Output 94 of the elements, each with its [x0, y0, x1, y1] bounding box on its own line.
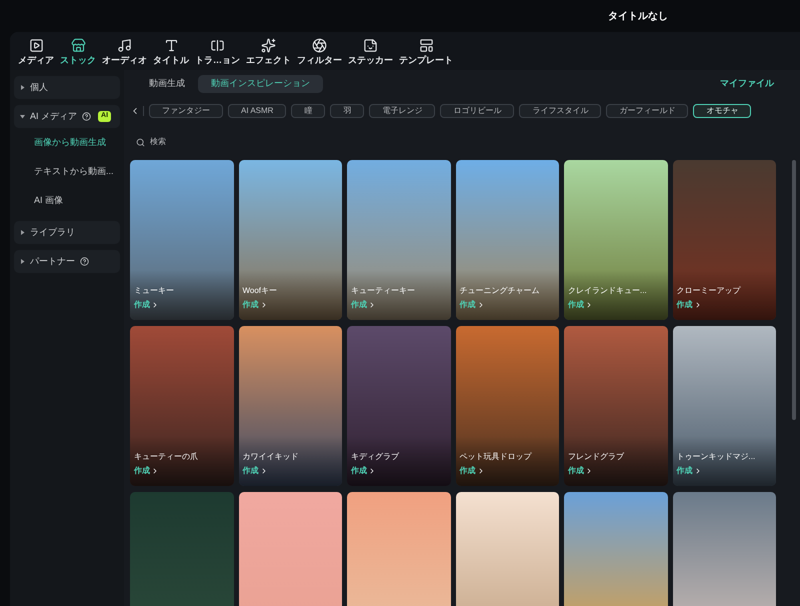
card-title: クレイランドキュー...: [568, 285, 648, 297]
chevron-right-icon: [151, 467, 159, 475]
chevron-right-icon: [585, 467, 593, 475]
category-chip[interactable]: 瞳: [291, 104, 326, 118]
caret-down-icon: [20, 114, 25, 119]
store-icon: [70, 38, 86, 52]
content-tab[interactable]: 動画インスピレーション: [198, 75, 323, 93]
sidebar-section[interactable]: ライブラリ: [14, 221, 120, 244]
chevron-right-icon: [368, 301, 376, 309]
template-card[interactable]: クローミーアップ 作成: [672, 160, 776, 320]
category-chip[interactable]: 電子レンジ: [369, 104, 436, 118]
create-link[interactable]: 作成: [134, 299, 159, 311]
category-chip[interactable]: ライフスタイル: [519, 104, 602, 118]
card-title: ミューキー: [134, 285, 175, 297]
toolbar-tab[interactable]: タイトル: [151, 38, 191, 67]
create-link[interactable]: 作成: [134, 465, 159, 477]
chevron-right-icon: [151, 301, 159, 309]
card-title: クローミーアップ: [676, 285, 742, 297]
category-chip[interactable]: ロゴリビール: [440, 104, 514, 118]
create-link[interactable]: 作成: [676, 465, 702, 477]
split-square-icon: [210, 38, 225, 52]
sticker-icon: [363, 38, 378, 52]
toolbar-tab[interactable]: フィルター: [295, 38, 344, 67]
template-card[interactable]: キディグラブ 作成: [347, 326, 450, 486]
template-card[interactable]: トゥーンキッドマジ... 作成: [672, 326, 776, 486]
card-title: キューティーの爪: [134, 451, 199, 463]
card-title: フレンドグラブ: [568, 451, 625, 463]
search-field[interactable]: 検索: [150, 136, 270, 148]
template-card[interactable]: カワイイキッド 作成: [238, 326, 342, 486]
sidebar-item[interactable]: テキストから動画...: [14, 157, 120, 186]
create-link[interactable]: 作成: [568, 465, 593, 477]
category-chip[interactable]: ファンタジー: [149, 104, 223, 118]
template-card[interactable]: ペット玩具ドロップ 作成: [456, 326, 559, 486]
template-card[interactable]: キューティーキー 作成: [347, 160, 450, 320]
caret-right-icon: [20, 230, 25, 235]
caret-right-icon: [20, 85, 25, 90]
sidebar-item[interactable]: 画像から動画生成: [14, 128, 120, 157]
search-icon: [136, 138, 145, 146]
template-card[interactable]: [456, 492, 559, 606]
card-title: キューティーキー: [351, 285, 416, 297]
help-icon: [82, 112, 92, 121]
create-link[interactable]: 作成: [568, 299, 593, 311]
create-link[interactable]: 作成: [676, 299, 702, 311]
aperture-icon: [312, 38, 327, 52]
create-link[interactable]: 作成: [242, 465, 268, 477]
toolbar-tab[interactable]: メディア: [16, 38, 56, 67]
template-card[interactable]: クレイランドキュー... 作成: [564, 160, 668, 320]
toolbar-tab[interactable]: テンプレート: [397, 38, 455, 67]
toolbar-tab[interactable]: ステッカー: [346, 38, 395, 67]
text-icon: [164, 38, 178, 52]
template-card[interactable]: [347, 492, 450, 606]
category-chip[interactable]: 羽: [330, 104, 364, 118]
template-card[interactable]: [672, 492, 776, 606]
create-link[interactable]: 作成: [351, 299, 376, 311]
card-title: チューニングチャーム: [460, 285, 540, 297]
chevron-right-icon: [368, 467, 376, 475]
template-card[interactable]: キューティーの爪 作成: [130, 326, 234, 486]
template-card[interactable]: Woofキー 作成: [238, 160, 342, 320]
scrollbar[interactable]: [792, 160, 796, 420]
sparkle-icon: [261, 38, 276, 52]
create-link[interactable]: 作成: [460, 465, 484, 477]
toolbar-tab[interactable]: オーディオ: [100, 38, 149, 67]
card-title: キディグラブ: [351, 451, 400, 463]
toolbar-tab[interactable]: ストック: [58, 38, 98, 67]
layout-icon: [418, 38, 434, 52]
category-chip[interactable]: オモチャ: [693, 104, 752, 118]
help-icon: [80, 257, 89, 266]
template-card[interactable]: フレンドグラブ 作成: [564, 326, 668, 486]
template-card[interactable]: ミューキー 作成: [130, 160, 234, 320]
template-card[interactable]: [238, 492, 342, 606]
create-link[interactable]: 作成: [351, 465, 376, 477]
card-title: Woofキー: [242, 285, 278, 297]
create-link[interactable]: 作成: [460, 299, 484, 311]
my-files-link[interactable]: マイファイル: [720, 77, 774, 91]
template-card[interactable]: [130, 492, 234, 606]
template-card[interactable]: [564, 492, 668, 606]
caret-right-icon: [20, 259, 25, 264]
toolbar-tab[interactable]: エフェクト: [244, 38, 293, 67]
card-title: カワイイキッド: [242, 451, 300, 463]
play-square-icon: [28, 38, 44, 52]
create-link[interactable]: 作成: [242, 299, 268, 311]
music-note-icon: [117, 38, 132, 52]
card-title: ペット玩具ドロップ: [460, 451, 533, 463]
category-chip[interactable]: ガーフィールド: [606, 104, 688, 118]
window-title: タイトルなし: [608, 10, 668, 24]
template-card[interactable]: チューニングチャーム 作成: [456, 160, 559, 320]
toolbar-tab[interactable]: トラ…ョン: [193, 38, 242, 67]
sidebar-section[interactable]: パートナー: [14, 250, 120, 273]
sidebar-item[interactable]: AI 画像: [14, 186, 120, 215]
sidebar-section[interactable]: 個人: [14, 76, 120, 99]
card-title: トゥーンキッドマジ...: [676, 451, 756, 463]
content-tab[interactable]: 動画生成: [136, 75, 198, 93]
category-chip[interactable]: AI ASMR: [228, 104, 286, 118]
chevron-right-icon: [585, 301, 593, 309]
